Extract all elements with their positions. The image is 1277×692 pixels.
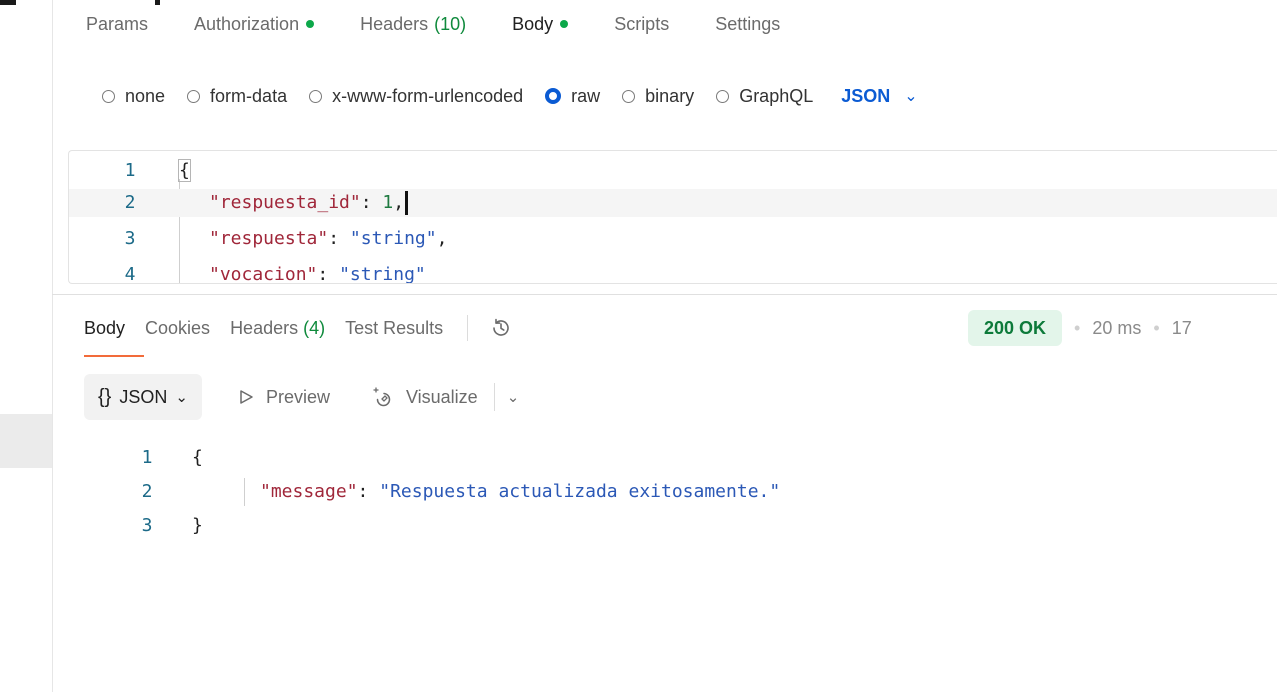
- visualize-button[interactable]: Visualize: [370, 385, 478, 409]
- text-cursor: [405, 191, 409, 215]
- radio-binary[interactable]: binary: [622, 86, 694, 107]
- body-type-selector: none form-data x-www-form-urlencoded raw…: [102, 78, 918, 114]
- visualize-sparkle-icon: [373, 387, 391, 407]
- editor-line-current: 2 "respuesta_id": 1,: [69, 189, 1277, 217]
- line-number: 2: [124, 192, 136, 213]
- chevron-down-icon: ⌄: [904, 88, 918, 105]
- line-number: 2: [141, 481, 153, 502]
- tab-response-headers[interactable]: Headers (4): [230, 318, 325, 339]
- line-number: 4: [124, 264, 136, 284]
- response-size[interactable]: • 17: [1153, 318, 1191, 339]
- radio-circle[interactable]: [716, 89, 730, 103]
- response-body-viewer[interactable]: 1 { 2 "message": "Respuesta actualizada …: [52, 440, 1277, 540]
- tab-authorization[interactable]: Authorization: [194, 14, 315, 35]
- editor-line: 4 "vocacion": "string": [69, 261, 1277, 284]
- editor-line: 1 {: [69, 157, 1277, 185]
- response-status: 200 OK • 20 ms • 17: [968, 310, 1192, 346]
- request-tabs: Params Authorization Headers (10) Body Sc…: [86, 0, 826, 48]
- tab-headers[interactable]: Headers (10): [360, 14, 466, 35]
- json-value: "Respuesta actualizada exitosamente.": [379, 481, 781, 502]
- json-key: "vocacion": [209, 264, 318, 284]
- tab-response-body[interactable]: Body: [84, 318, 125, 339]
- response-headers-count: (4): [303, 317, 326, 338]
- radio-circle[interactable]: [309, 89, 323, 103]
- active-tab-underline: [84, 355, 144, 357]
- language-select[interactable]: JSON ⌄: [841, 86, 917, 107]
- play-icon: [240, 390, 253, 404]
- open-brace: {: [178, 159, 191, 182]
- request-body-editor[interactable]: 1 { 2 "respuesta_id": 1, 3 "respuesta": …: [68, 150, 1277, 284]
- editor-line: 3 "respuesta": "string",: [69, 225, 1277, 253]
- tab-params[interactable]: Params: [86, 14, 148, 35]
- radio-none[interactable]: none: [102, 86, 165, 107]
- tab-separator: [467, 315, 469, 341]
- line-number: 1: [124, 160, 136, 181]
- radio-circle[interactable]: [102, 89, 115, 103]
- radio-circle-selected[interactable]: [545, 88, 562, 104]
- radio-circle[interactable]: [187, 89, 201, 103]
- headers-count: (10): [434, 13, 467, 34]
- history-icon[interactable]: [488, 315, 514, 341]
- toolbar-separator: [493, 383, 495, 411]
- line-number: 3: [124, 228, 136, 249]
- radio-circle[interactable]: [622, 89, 636, 103]
- format-select[interactable]: {} JSON ⌄: [84, 374, 202, 420]
- tab-test-results[interactable]: Test Results: [345, 318, 443, 339]
- tab-scripts[interactable]: Scripts: [614, 14, 669, 35]
- auth-indicator-dot: [306, 20, 315, 28]
- status-badge[interactable]: 200 OK: [968, 310, 1063, 346]
- response-toolbar: {} JSON ⌄ Preview Visualize ⌄: [84, 374, 519, 420]
- line-number: 3: [141, 515, 153, 536]
- sidebar-highlight: [0, 414, 52, 468]
- response-line: 2 "message": "Respuesta actualizada exit…: [52, 478, 1277, 506]
- chevron-down-icon[interactable]: ⌄: [507, 388, 520, 406]
- radio-form-data[interactable]: form-data: [187, 86, 287, 107]
- json-key: "respuesta_id": [209, 192, 361, 213]
- response-tabs: Body Cookies Headers (4) Test Results: [84, 312, 514, 344]
- radio-urlencoded[interactable]: x-www-form-urlencoded: [309, 86, 523, 107]
- radio-graphql[interactable]: GraphQL: [716, 86, 813, 107]
- json-key: "message": [260, 481, 358, 502]
- response-line: 1 {: [52, 444, 1277, 472]
- body-indicator-dot: [560, 20, 569, 28]
- chevron-down-icon: ⌄: [175, 389, 188, 406]
- top-edge-mark: [0, 0, 16, 5]
- tab-body[interactable]: Body: [512, 14, 569, 35]
- json-value: 1: [382, 192, 394, 213]
- braces-icon: {}: [98, 385, 112, 408]
- tab-cookies[interactable]: Cookies: [145, 318, 210, 339]
- tab-settings[interactable]: Settings: [715, 14, 780, 35]
- response-line: 3 }: [52, 512, 1277, 540]
- json-value: "string": [339, 264, 426, 284]
- json-key: "respuesta": [209, 228, 329, 249]
- line-number: 1: [141, 447, 153, 468]
- radio-raw[interactable]: raw: [545, 86, 600, 107]
- response-time[interactable]: • 20 ms: [1074, 318, 1141, 339]
- json-value: "string": [349, 228, 437, 249]
- preview-button[interactable]: Preview: [238, 387, 330, 408]
- left-sidebar-gutter: [0, 0, 53, 692]
- pane-divider[interactable]: [52, 294, 1277, 295]
